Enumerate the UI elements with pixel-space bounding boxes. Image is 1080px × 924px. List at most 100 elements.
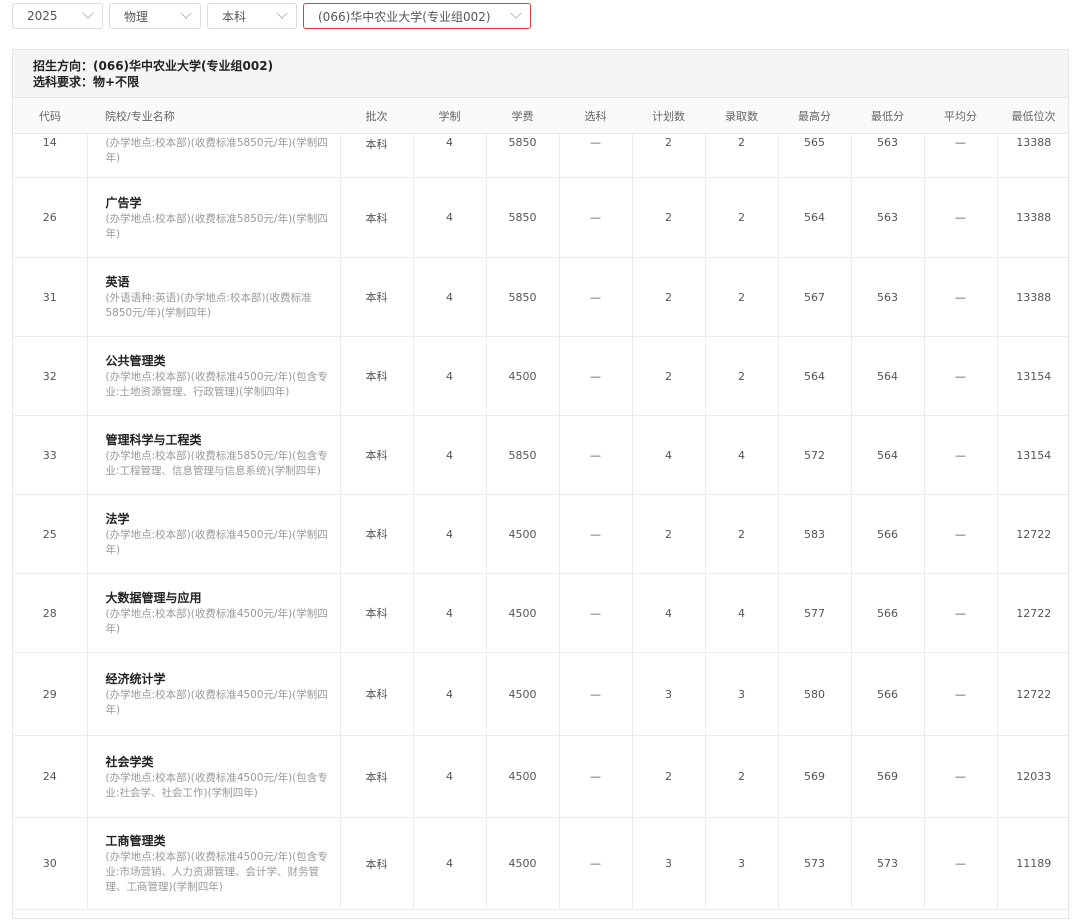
code-cell: 24 — [13, 735, 88, 818]
years-cell: 4 — [413, 817, 487, 910]
subject-cell: — — [559, 494, 633, 574]
major-name: 管理科学与工程类 — [105, 433, 202, 447]
batch-cell: 本科 — [340, 494, 414, 574]
table-row[interactable]: 31 英语 (外语语种:英语)(办学地点:校本部)(收费标准5850元/年)(学制四… — [13, 257, 1068, 337]
group-select[interactable]: (066)华中农业大学(专业组002) — [303, 3, 531, 29]
table-row[interactable]: 29 经济统计学 (办学地点:校本部)(收费标准4500元/年)(学制四年) 本科 4 4… — [13, 652, 1068, 736]
chevron-down-icon — [82, 7, 94, 19]
table-row[interactable]: 30 工商管理类 (办学地点:校本部)(收费标准4500元/年)(包含专业:市场营销… — [13, 817, 1068, 910]
min-rank-cell: 13154 — [997, 415, 1068, 495]
years-cell: 4 — [413, 573, 487, 653]
batch-cell: 本科 — [340, 336, 414, 416]
years-cell: 4 — [413, 257, 487, 337]
min-rank-cell: 13388 — [997, 133, 1068, 178]
table-row[interactable]: 25 法学 (办学地点:校本部)(收费标准4500元/年)(学制四年) 本科 4 4500… — [13, 494, 1068, 574]
min-score-cell: 569 — [851, 735, 925, 818]
year-select[interactable]: 2025 — [12, 3, 103, 29]
fee-cell: 4500 — [486, 336, 560, 416]
batch-cell: 本科 — [340, 257, 414, 337]
major-name-cell: 工商管理类 (办学地点:校本部)(收费标准4500元/年)(包含专业:市场营销、人… — [87, 817, 341, 910]
major-name: 广告学 — [105, 195, 142, 210]
subject-cell: — — [559, 133, 633, 178]
max-score-cell: 565 — [778, 133, 852, 178]
min-score-cell: 566 — [851, 652, 925, 736]
years-cell: 4 — [413, 494, 487, 574]
table-row[interactable]: 26 广告学 (办学地点:校本部)(收费标准5850元/年)(学制四年) 本科 4 585… — [13, 177, 1068, 258]
admit-cell: 3 — [705, 817, 779, 910]
max-score-cell: 572 — [778, 415, 852, 495]
code-cell: 14 — [13, 133, 88, 178]
plan-cell: 2 — [632, 735, 706, 818]
years-cell: 4 — [413, 652, 487, 736]
chevron-down-icon — [276, 7, 288, 19]
fee-cell: 5850 — [486, 257, 560, 337]
min-score-cell: 564 — [851, 336, 925, 416]
max-score-cell: 567 — [778, 257, 852, 337]
table-row[interactable]: 14 (办学地点:校本部)(收费标准5850元/年)(学制四年) 本科 4 5850—2… — [13, 133, 1068, 178]
subject-select[interactable]: 物理 — [109, 3, 201, 29]
header-max: 最高分 — [778, 98, 851, 134]
major-description: (办学地点:校本部)(收费标准4500元/年)(包含专业:市场营销、人力资源管理… — [105, 851, 328, 893]
major-name: 工商管理类 — [105, 834, 166, 848]
min-rank-cell: 11189 — [997, 817, 1068, 910]
subject-requirement-line: 选科要求：物+不限 — [33, 74, 1068, 90]
results-panel: 招生方向：(066)华中农业大学(专业组002) 选科要求：物+不限 代码 院校/… — [12, 49, 1069, 919]
header-batch: 批次 — [340, 98, 413, 134]
min-score-cell: 573 — [851, 817, 925, 910]
table-row[interactable]: 33 管理科学与工程类 (办学地点:校本部)(收费标准5850元/年)(包含专业:工… — [13, 415, 1068, 495]
admit-cell: 3 — [705, 652, 779, 736]
subject-cell: — — [559, 817, 633, 910]
years-cell: 4 — [413, 415, 487, 495]
major-name-cell: 法学 (办学地点:校本部)(收费标准4500元/年)(学制四年) — [87, 494, 341, 574]
major-name: 大数据管理与应用 — [105, 591, 202, 605]
admit-cell: 2 — [705, 257, 779, 337]
major-name: 公共管理类 — [105, 354, 166, 368]
batch-select[interactable]: 本科 — [207, 3, 297, 29]
table-row[interactable]: 28 大数据管理与应用 (办学地点:校本部)(收费标准4500元/年)(学制四年) 本… — [13, 573, 1068, 653]
avg-score-cell: — — [924, 817, 998, 910]
min-rank-cell: 12722 — [997, 573, 1068, 653]
header-years: 学制 — [413, 98, 486, 134]
major-name-cell: 社会学类 (办学地点:校本部)(收费标准4500元/年)(包含专业:社会学、社会工… — [87, 735, 341, 818]
batch-cell: 本科 — [340, 573, 414, 653]
major-description: (外语语种:英语)(办学地点:校本部)(收费标准5850元/年)(学制四年) — [105, 292, 312, 319]
plan-cell: 3 — [632, 652, 706, 736]
major-name: 英语 — [105, 275, 130, 289]
major-name-cell: 英语 (外语语种:英语)(办学地点:校本部)(收费标准5850元/年)(学制四年) — [87, 257, 341, 337]
major-name: 经济统计学 — [105, 672, 166, 686]
batch-cell: 本科 — [340, 817, 414, 910]
code-cell: 33 — [13, 415, 88, 495]
direction-label: 招生方向： — [33, 59, 94, 73]
code-cell: 32 — [13, 336, 88, 416]
avg-score-cell: — — [924, 177, 998, 258]
batch-cell: 本科 — [340, 133, 414, 178]
group-select-value: (066)华中农业大学(专业组002) — [318, 9, 491, 24]
plan-cell: 2 — [632, 257, 706, 337]
major-description: (办学地点:校本部)(收费标准4500元/年)(包含专业:社会学、社会工作)(学… — [105, 771, 328, 799]
plan-cell: 2 — [632, 494, 706, 574]
header-fee: 学费 — [486, 98, 559, 134]
min-score-cell: 563 — [851, 257, 925, 337]
subject-cell: — — [559, 652, 633, 736]
min-score-cell: 564 — [851, 415, 925, 495]
subject-cell: — — [559, 177, 633, 258]
year-select-value: 2025 — [27, 9, 58, 23]
subject-cell: — — [559, 336, 633, 416]
code-cell: 29 — [13, 652, 88, 736]
max-score-cell: 577 — [778, 573, 852, 653]
fee-cell: 4500 — [486, 494, 560, 574]
min-score-cell: 566 — [851, 494, 925, 574]
major-name-cell: 大数据管理与应用 (办学地点:校本部)(收费标准4500元/年)(学制四年) — [87, 573, 341, 653]
table-row[interactable]: 24 社会学类 (办学地点:校本部)(收费标准4500元/年)(包含专业:社会学、社… — [13, 735, 1068, 818]
min-score-cell: 563 — [851, 177, 925, 258]
header-name: 院校/专业名称 — [87, 98, 340, 134]
major-name-cell: 经济统计学 (办学地点:校本部)(收费标准4500元/年)(学制四年) — [87, 652, 341, 736]
major-table: 代码 院校/专业名称 批次 学制 学费 选科 计划数 录取数 最高分 最低分 平均分 最低位次 14 (… — [13, 98, 1068, 910]
admit-cell: 2 — [705, 735, 779, 818]
major-description: (办学地点:校本部)(收费标准5850元/年)(学制四年) — [105, 137, 328, 164]
admit-cell: 2 — [705, 133, 779, 178]
table-row[interactable]: 32 公共管理类 (办学地点:校本部)(收费标准4500元/年)(包含专业:土地资源… — [13, 336, 1068, 416]
table-body: 14 (办学地点:校本部)(收费标准5850元/年)(学制四年) 本科 4 5850—2… — [13, 133, 1068, 910]
avg-score-cell: — — [924, 415, 998, 495]
subject-cell: — — [559, 735, 633, 818]
